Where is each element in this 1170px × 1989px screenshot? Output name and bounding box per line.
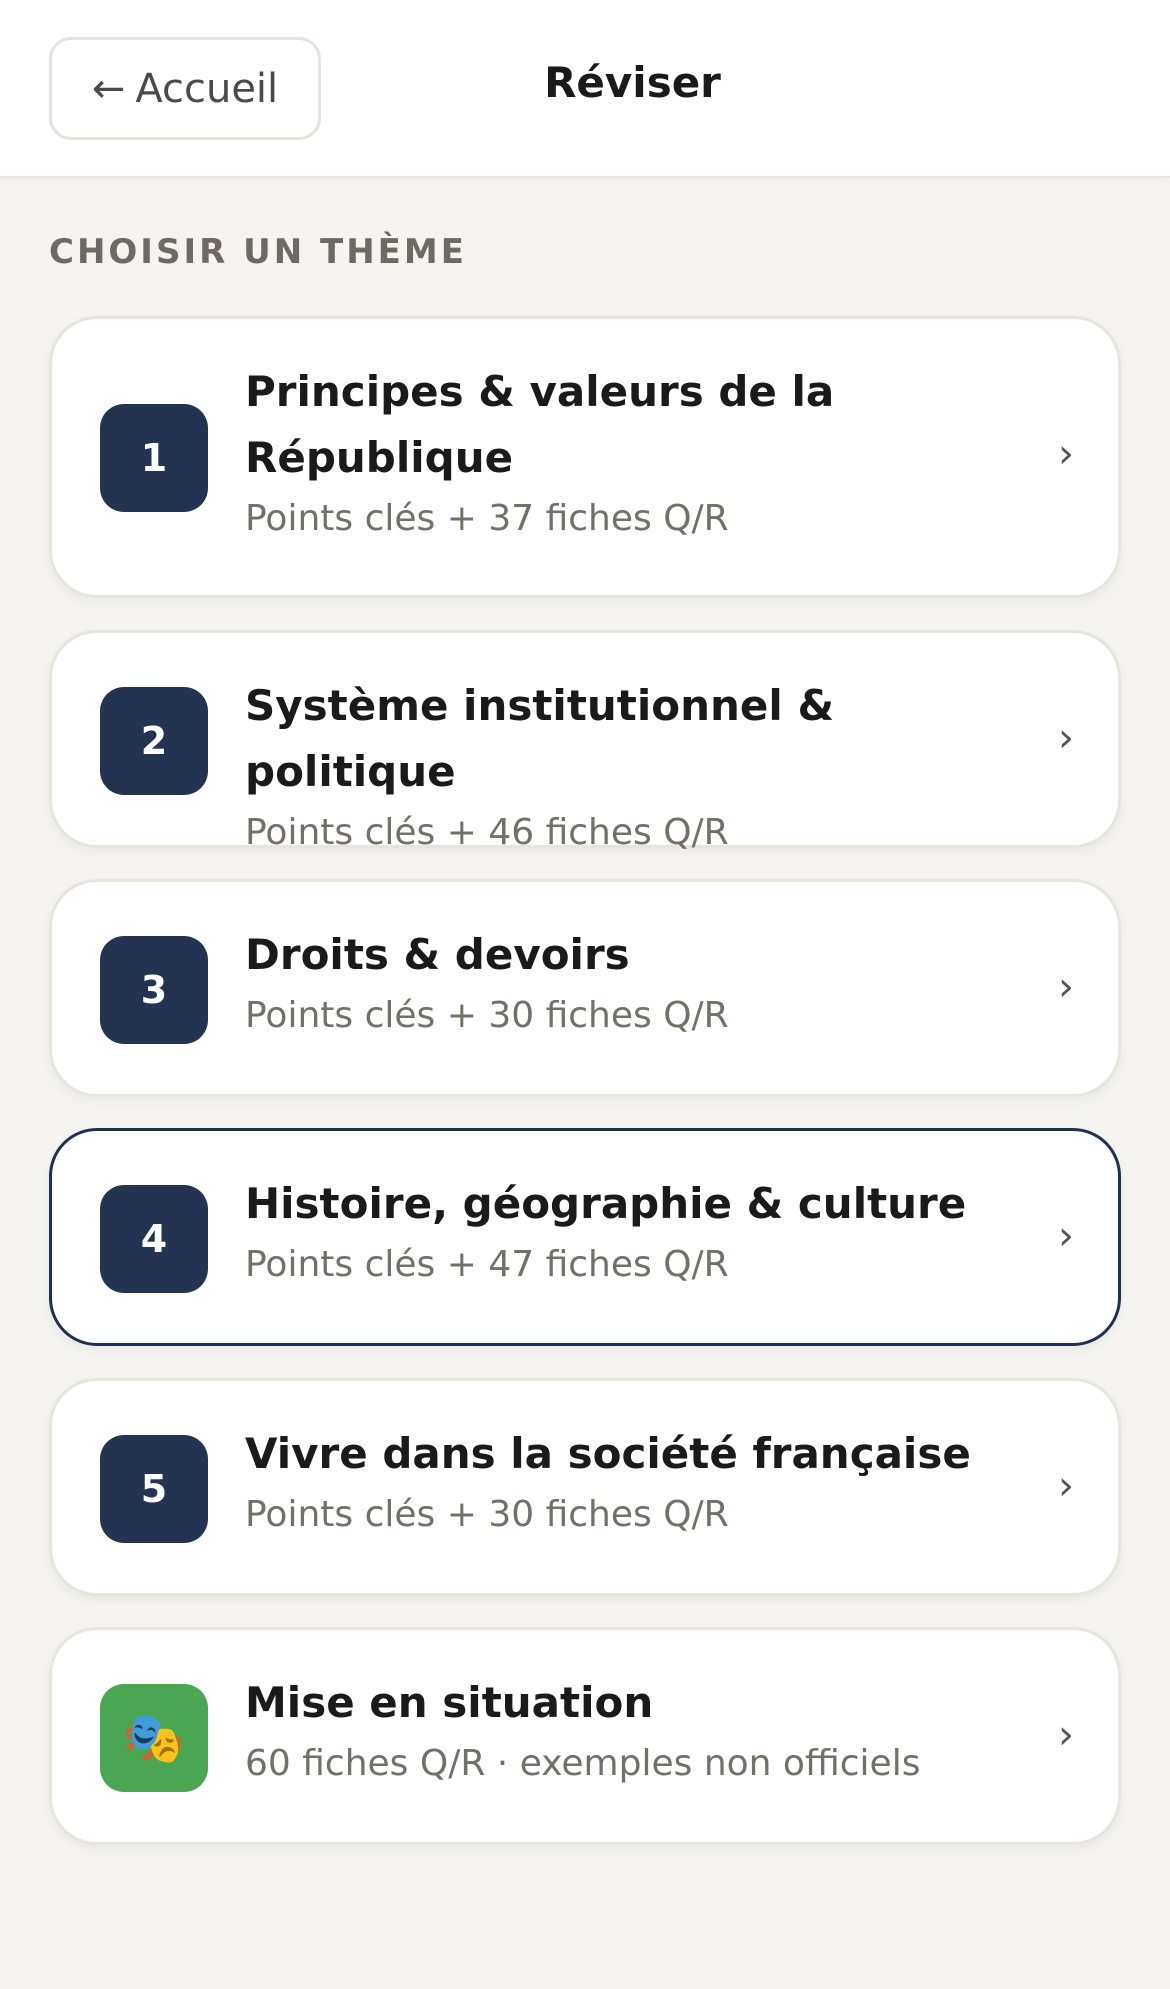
theme-card-4[interactable]: 4 Histoire, géographie & culture Points … [49,1128,1121,1346]
theme-number-badge: 4 [100,1185,208,1293]
theme-title: Principes & valeurs de la République [245,367,835,482]
theme-number-badge: 2 [100,687,208,795]
theme-card-5[interactable]: 5 Vivre dans la société française Points… [49,1378,1121,1596]
theme-card-1[interactable]: 1 Principes & valeurs de la République P… [49,316,1121,598]
chevron-right-icon: › [1058,715,1074,761]
theme-title: Système institutionnel & politique [245,681,835,796]
theme-subtitle: Points clés + 30 fiches Q/R [245,995,729,1036]
section-label: CHOISIR UN THÈME [49,232,467,272]
theme-number-badge: 3 [100,936,208,1044]
theme-subtitle: 60 fiches Q/R · exemples non officiels [245,1743,921,1784]
theme-subtitle: Points clés + 46 fiches Q/R [245,812,729,853]
chevron-right-icon: › [1058,1213,1074,1259]
theme-card-3[interactable]: 3 Droits & devoirs Points clés + 30 fich… [49,879,1121,1097]
page-title: Réviser [544,58,721,107]
theme-number-badge: 5 [100,1435,208,1543]
theme-title: Histoire, géographie & culture [245,1179,967,1228]
theme-subtitle: Points clés + 30 fiches Q/R [245,1494,729,1535]
chevron-right-icon: › [1058,1712,1074,1758]
theme-number-badge: 1 [100,404,208,512]
theater-masks-icon: 🎭 [100,1684,208,1792]
theme-card-mise-en-situation[interactable]: 🎭 Mise en situation 60 fiches Q/R · exem… [49,1627,1121,1845]
theme-card-2[interactable]: 2 Système institutionnel & politique Poi… [49,630,1121,853]
chevron-right-icon: › [1058,1463,1074,1509]
theme-subtitle: Points clés + 37 fiches Q/R [245,498,729,539]
theme-title: Droits & devoirs [245,930,630,979]
theme-title: Vivre dans la société française [245,1429,971,1478]
theme-subtitle: Points clés + 47 fiches Q/R [245,1244,729,1285]
chevron-right-icon: › [1058,964,1074,1010]
chevron-right-icon: › [1058,431,1074,477]
theme-title: Mise en situation [245,1678,654,1727]
top-bar: ← Accueil Réviser [0,0,1170,178]
